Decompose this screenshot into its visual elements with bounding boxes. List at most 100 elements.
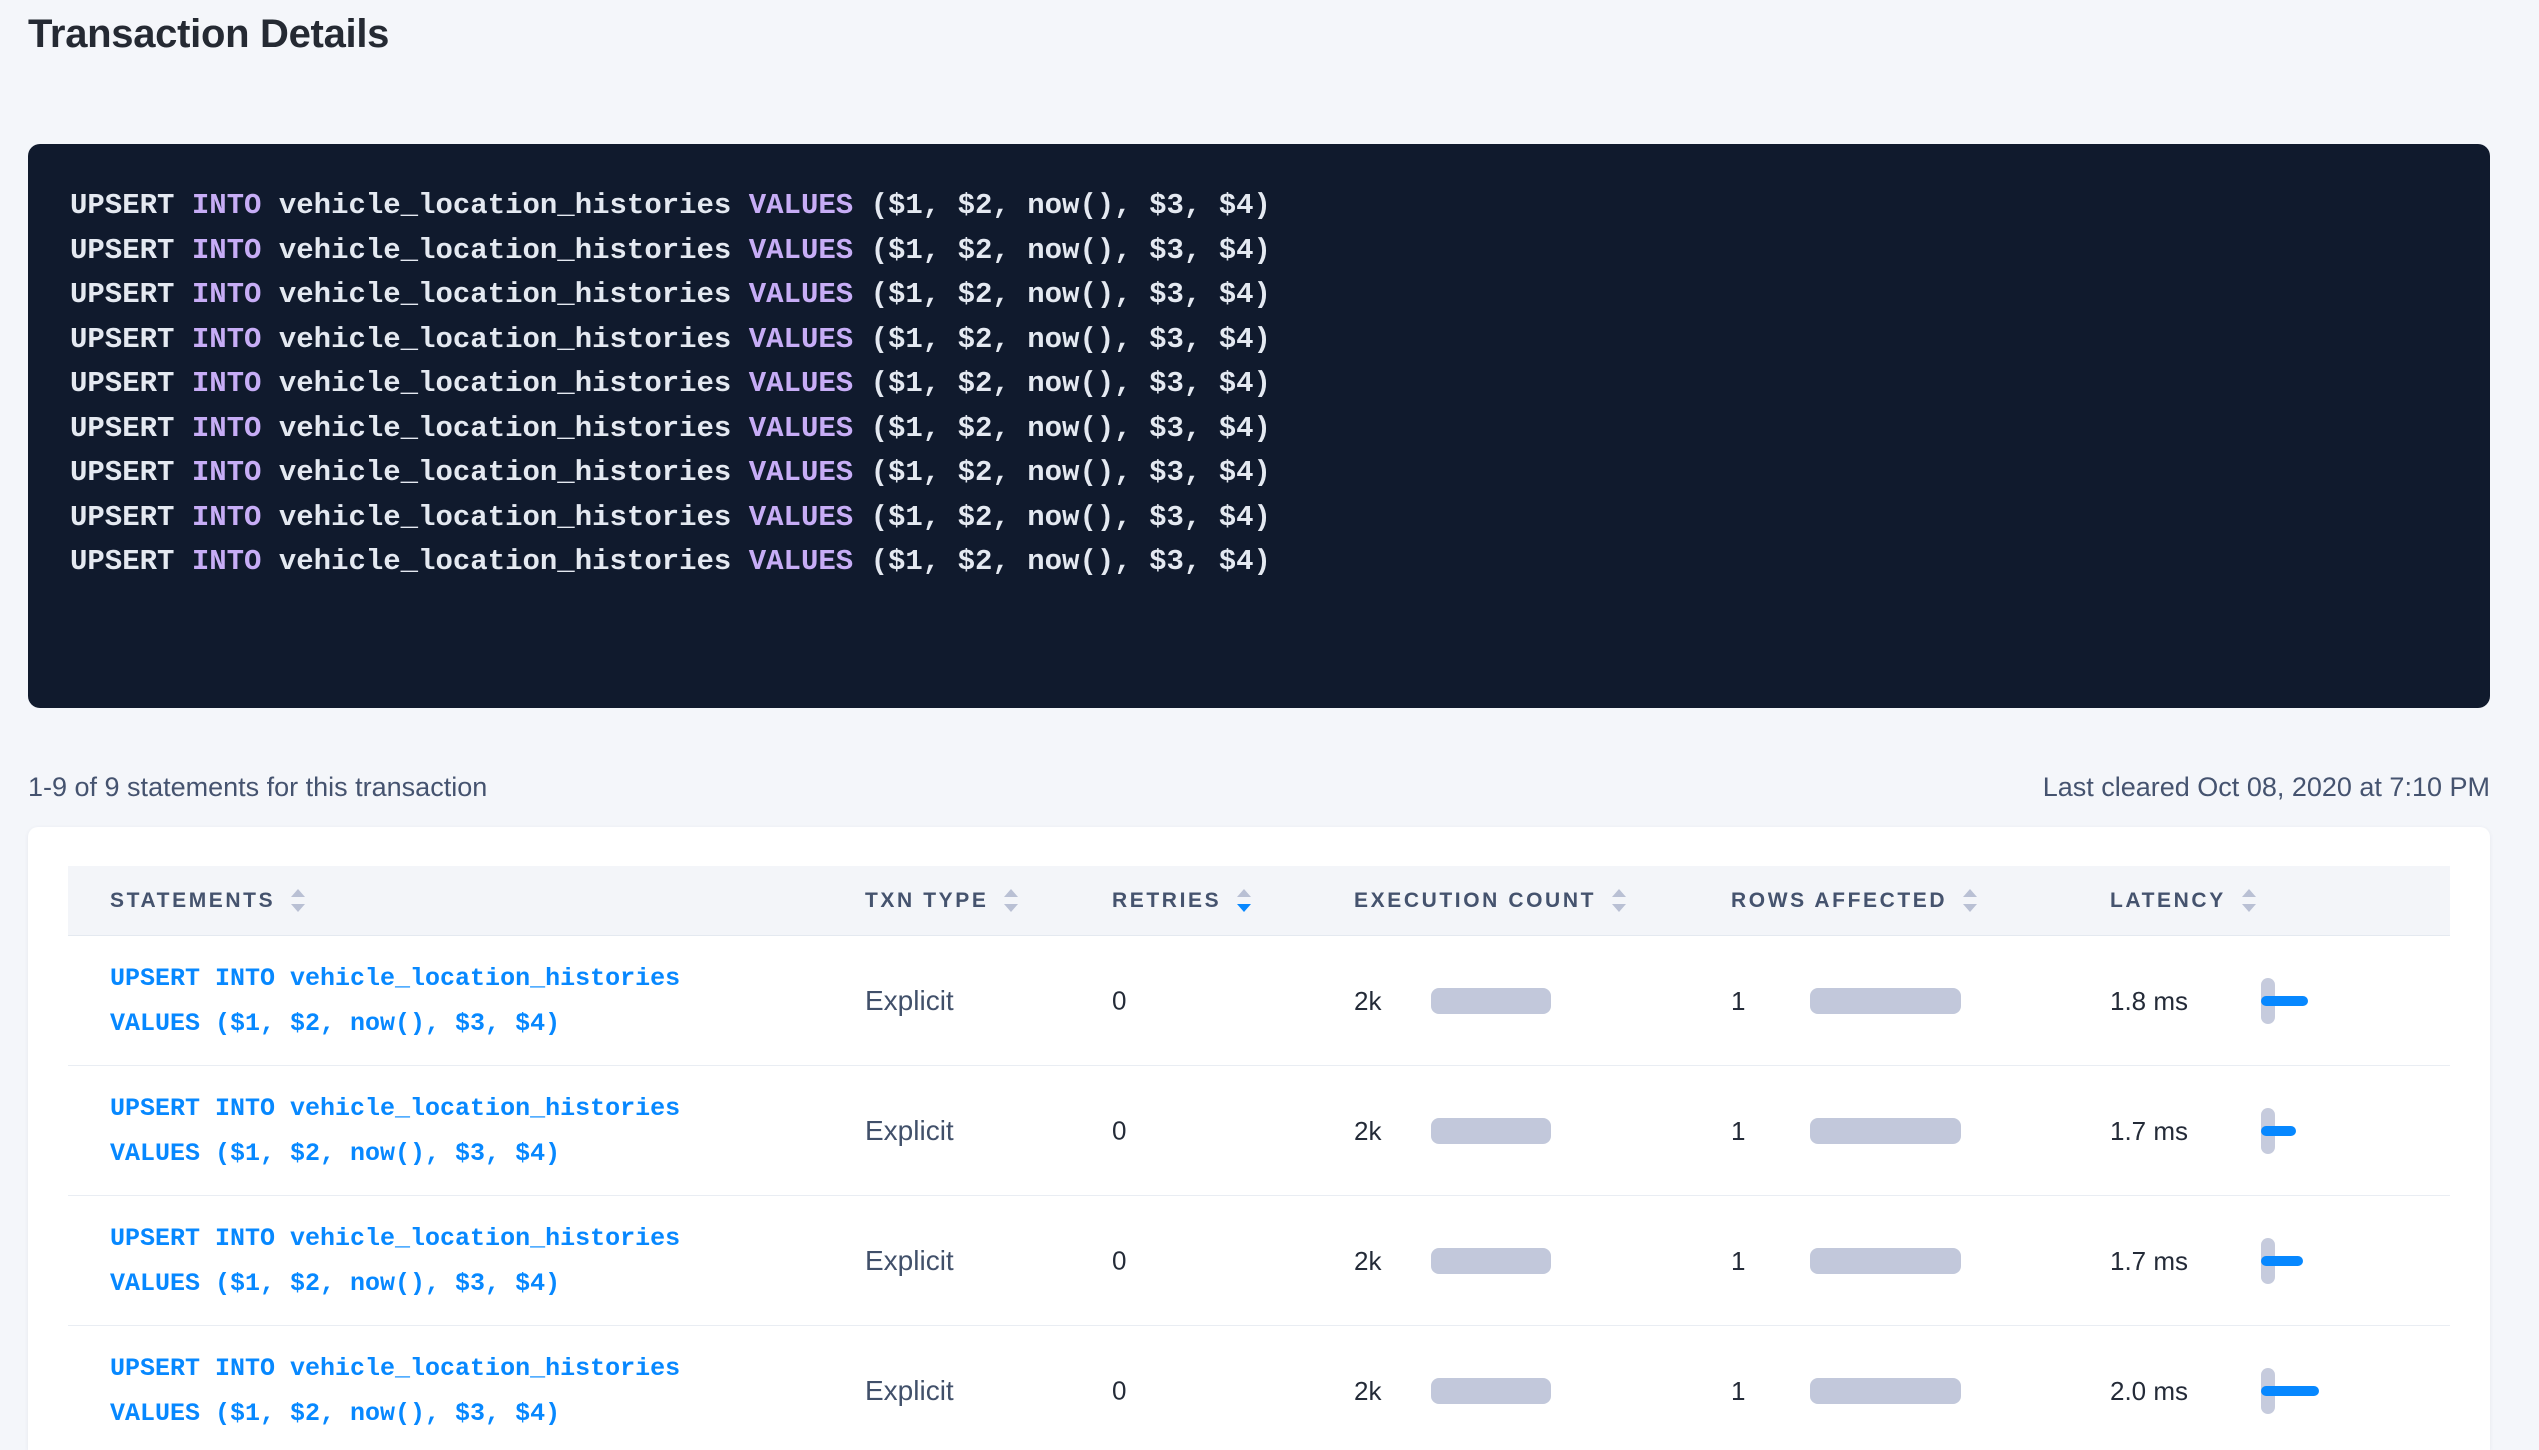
latency-mini-chart xyxy=(2261,1368,2421,1414)
column-header-label: LATENCY xyxy=(2110,889,2226,913)
page-title: Transaction Details xyxy=(28,12,389,57)
sql-code-line: UPSERT INTO vehicle_location_histories V… xyxy=(70,496,2448,541)
sort-desc-icon xyxy=(291,904,305,912)
latency-cell: 2.0 ms xyxy=(2110,1368,2490,1414)
transaction-details-page: Transaction Details UPSERT INTO vehicle_… xyxy=(0,0,2539,1450)
rows-affected-bar xyxy=(1810,1118,1961,1144)
sort-arrows-icon xyxy=(1237,889,1251,912)
sql-statements-panel: UPSERT INTO vehicle_location_histories V… xyxy=(28,144,2490,708)
execution-count-cell: 2k xyxy=(1354,1368,1674,1414)
sql-code-line: UPSERT INTO vehicle_location_histories V… xyxy=(70,362,2448,407)
summary-bar: 1-9 of 9 statements for this transaction… xyxy=(28,772,2490,803)
statements-count-text: 1-9 of 9 statements for this transaction xyxy=(28,772,487,803)
rows-affected-cell: 1 xyxy=(1731,1108,2051,1154)
column-header-retries[interactable]: RETRIES xyxy=(1112,889,1251,913)
sort-desc-icon xyxy=(1612,904,1626,912)
table-row: UPSERT INTO vehicle_location_histories VA… xyxy=(68,1196,2450,1326)
execution-count-value: 2k xyxy=(1354,978,1381,1024)
column-header-label: RETRIES xyxy=(1112,889,1221,913)
txn-type-value: Explicit xyxy=(865,1245,954,1277)
sort-desc-icon xyxy=(2242,904,2256,912)
latency-mini-chart xyxy=(2261,1108,2421,1154)
statements-table-card: STATEMENTS TXN TYPE RETRIES EXECUTION CO… xyxy=(28,827,2490,1450)
rows-affected-cell: 1 xyxy=(1731,1368,2051,1414)
sort-asc-icon xyxy=(1237,889,1251,897)
execution-count-value: 2k xyxy=(1354,1108,1381,1154)
latency-bar xyxy=(2261,1256,2303,1266)
column-header-label: EXECUTION COUNT xyxy=(1354,889,1596,913)
statement-line1: UPSERT INTO vehicle_location_histories xyxy=(110,1354,680,1383)
execution-count-cell: 2k xyxy=(1354,1238,1674,1284)
sort-arrows-icon xyxy=(2242,889,2256,912)
latency-cell: 1.7 ms xyxy=(2110,1108,2490,1154)
sort-asc-icon xyxy=(1963,889,1977,897)
table-row: UPSERT INTO vehicle_location_histories VA… xyxy=(68,1066,2450,1196)
execution-count-cell: 2k xyxy=(1354,1108,1674,1154)
sql-code-line: UPSERT INTO vehicle_location_histories V… xyxy=(70,318,2448,363)
latency-mini-chart xyxy=(2261,1238,2421,1284)
rows-affected-bar xyxy=(1810,1378,1961,1404)
sql-code-line: UPSERT INTO vehicle_location_histories V… xyxy=(70,407,2448,452)
column-header-latency[interactable]: LATENCY xyxy=(2110,889,2256,913)
statement-line2: VALUES ($1, $2, now(), $3, $4) xyxy=(110,1009,560,1038)
retries-value: 0 xyxy=(1112,1245,1126,1276)
rows-affected-cell: 1 xyxy=(1731,1238,2051,1284)
column-header-label: TXN TYPE xyxy=(865,889,988,913)
latency-value: 2.0 ms xyxy=(2110,1368,2188,1414)
txn-type-value: Explicit xyxy=(865,1375,954,1407)
latency-bar xyxy=(2261,996,2308,1006)
statements-table-header: STATEMENTS TXN TYPE RETRIES EXECUTION CO… xyxy=(68,866,2450,936)
sql-code-line: UPSERT INTO vehicle_location_histories V… xyxy=(70,184,2448,229)
sort-arrows-icon xyxy=(1004,889,1018,912)
sort-arrows-icon xyxy=(291,889,305,912)
table-row: UPSERT INTO vehicle_location_histories VA… xyxy=(68,936,2450,1066)
statement-line1: UPSERT INTO vehicle_location_histories xyxy=(110,1094,680,1123)
execution-count-value: 2k xyxy=(1354,1368,1381,1414)
rows-affected-value: 1 xyxy=(1731,978,1745,1024)
sort-arrows-icon xyxy=(1612,889,1626,912)
latency-value: 1.7 ms xyxy=(2110,1238,2188,1284)
statement-link[interactable]: UPSERT INTO vehicle_location_histories VA… xyxy=(110,1216,680,1306)
sql-code-line: UPSERT INTO vehicle_location_histories V… xyxy=(70,540,2448,585)
execution-count-cell: 2k xyxy=(1354,978,1674,1024)
rows-affected-value: 1 xyxy=(1731,1368,1745,1414)
statement-line1: UPSERT INTO vehicle_location_histories xyxy=(110,964,680,993)
table-row: UPSERT INTO vehicle_location_histories VA… xyxy=(68,1326,2450,1450)
column-header-execution-count[interactable]: EXECUTION COUNT xyxy=(1354,889,1626,913)
latency-cell: 1.7 ms xyxy=(2110,1238,2490,1284)
rows-affected-value: 1 xyxy=(1731,1108,1745,1154)
sort-asc-icon xyxy=(1612,889,1626,897)
sort-desc-icon xyxy=(1963,904,1977,912)
latency-value: 1.7 ms xyxy=(2110,1108,2188,1154)
execution-count-bar xyxy=(1431,1118,1551,1144)
execution-count-bar xyxy=(1431,1378,1551,1404)
statement-line2: VALUES ($1, $2, now(), $3, $4) xyxy=(110,1399,560,1428)
rows-affected-bar xyxy=(1810,1248,1961,1274)
sort-desc-icon xyxy=(1004,904,1018,912)
statement-line2: VALUES ($1, $2, now(), $3, $4) xyxy=(110,1269,560,1298)
statement-link[interactable]: UPSERT INTO vehicle_location_histories VA… xyxy=(110,1086,680,1176)
statement-link[interactable]: UPSERT INTO vehicle_location_histories VA… xyxy=(110,956,680,1046)
statements-table-body: UPSERT INTO vehicle_location_histories VA… xyxy=(28,936,2490,1450)
column-header-rows-affected[interactable]: ROWS AFFECTED xyxy=(1731,889,1977,913)
sort-asc-icon xyxy=(291,889,305,897)
sql-code-line: UPSERT INTO vehicle_location_histories V… xyxy=(70,229,2448,274)
execution-count-bar xyxy=(1431,1248,1551,1274)
txn-type-value: Explicit xyxy=(865,985,954,1017)
statement-link[interactable]: UPSERT INTO vehicle_location_histories VA… xyxy=(110,1346,680,1436)
column-header-statements[interactable]: STATEMENTS xyxy=(110,889,305,913)
latency-mini-chart xyxy=(2261,978,2421,1024)
latency-cell: 1.8 ms xyxy=(2110,978,2490,1024)
column-header-txn-type[interactable]: TXN TYPE xyxy=(865,889,1018,913)
rows-affected-value: 1 xyxy=(1731,1238,1745,1284)
sort-arrows-icon xyxy=(1963,889,1977,912)
sort-asc-icon xyxy=(2242,889,2256,897)
rows-affected-bar xyxy=(1810,988,1961,1014)
retries-value: 0 xyxy=(1112,1115,1126,1146)
statement-line2: VALUES ($1, $2, now(), $3, $4) xyxy=(110,1139,560,1168)
statement-line1: UPSERT INTO vehicle_location_histories xyxy=(110,1224,680,1253)
last-cleared-text: Last cleared Oct 08, 2020 at 7:10 PM xyxy=(2043,772,2490,803)
column-header-label: STATEMENTS xyxy=(110,889,275,913)
sort-asc-icon xyxy=(1004,889,1018,897)
latency-bar xyxy=(2261,1386,2319,1396)
